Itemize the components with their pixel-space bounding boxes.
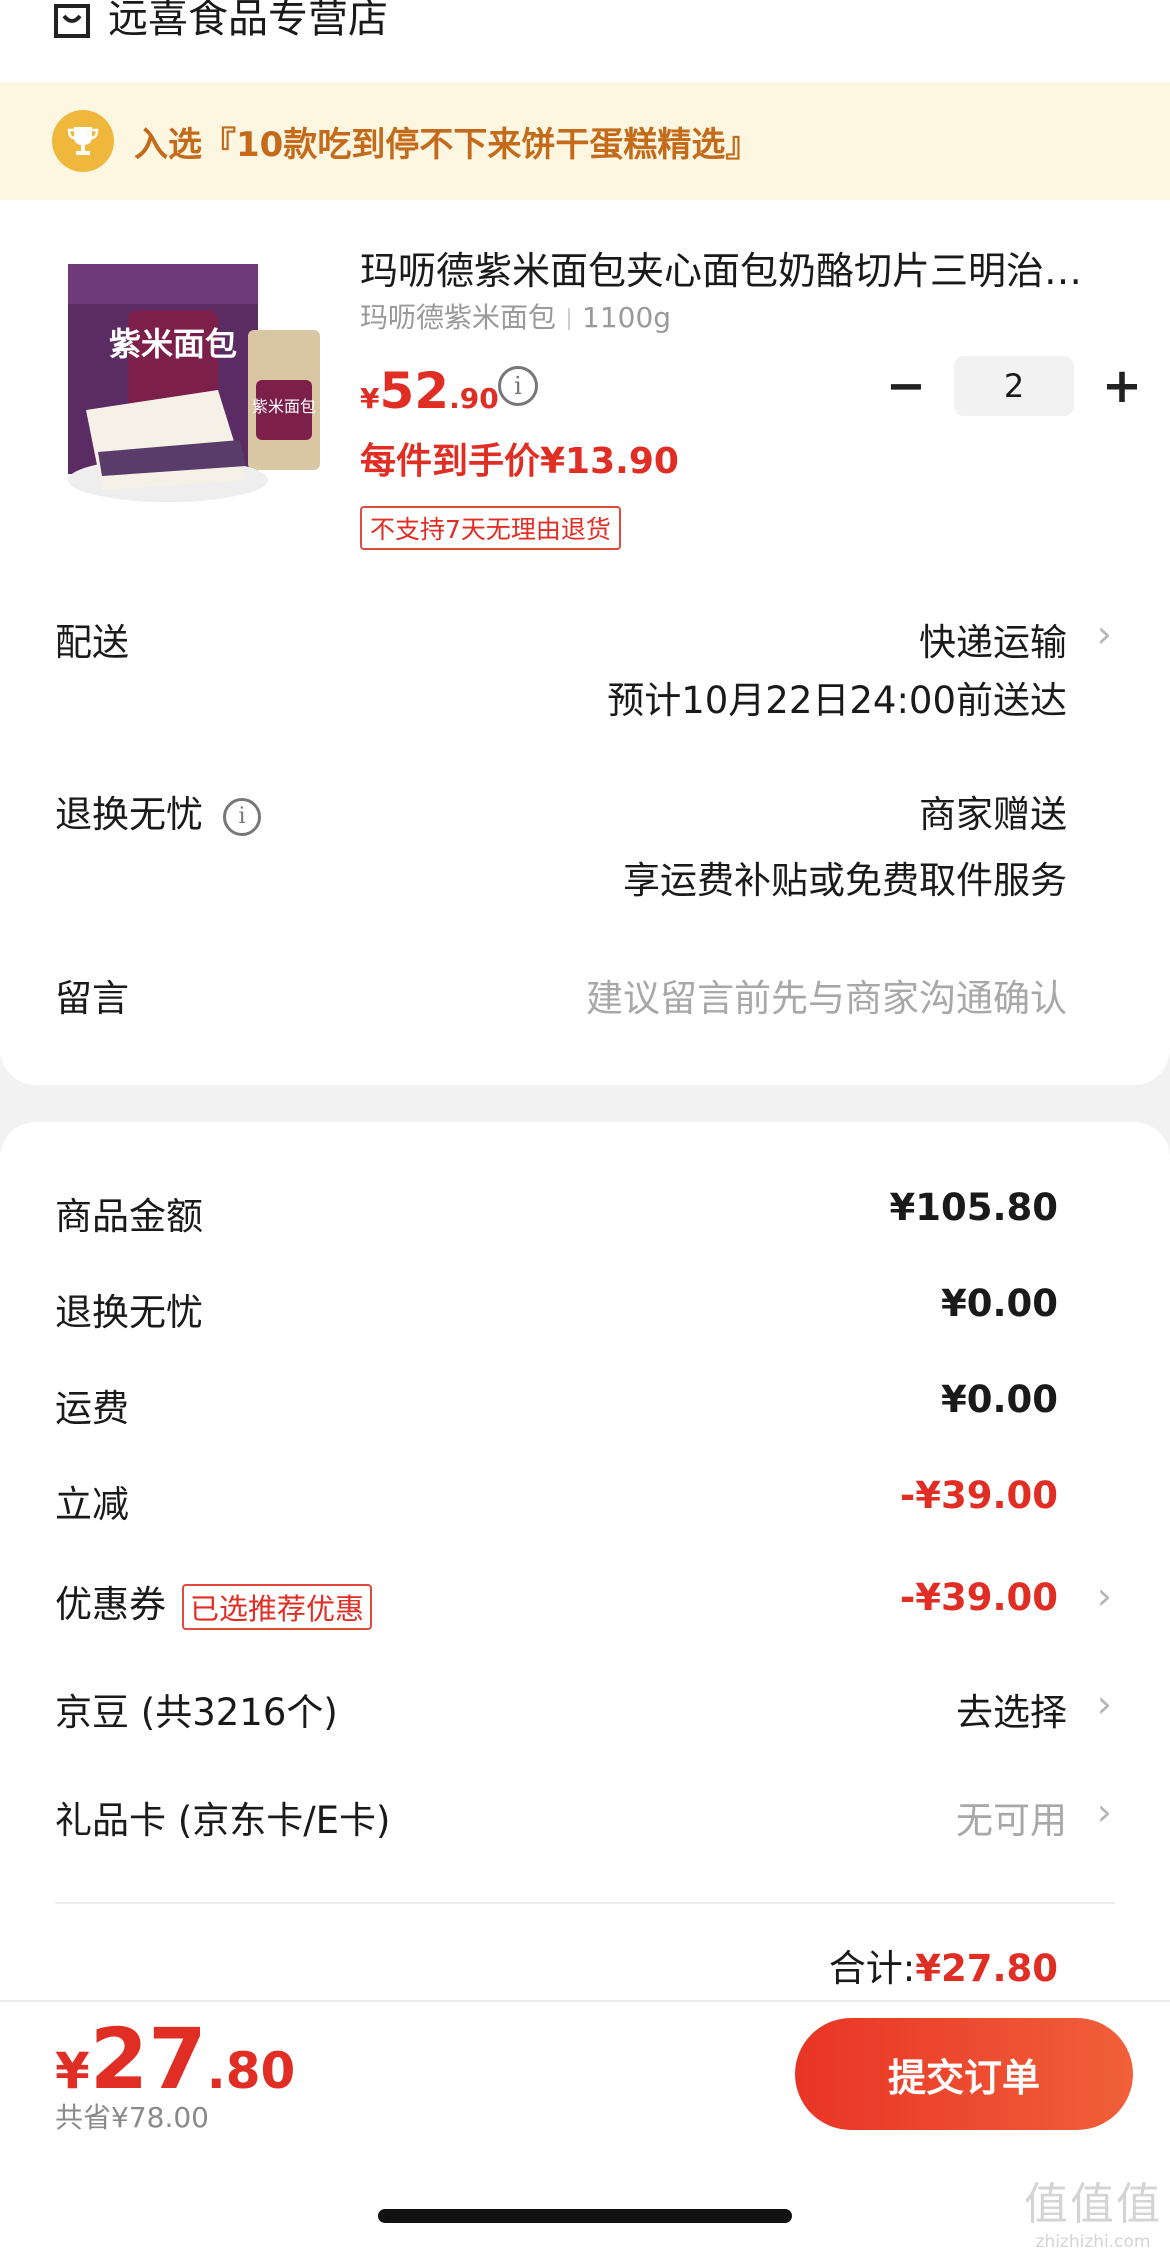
trophy-icon (52, 110, 114, 172)
submit-order-button[interactable]: 提交订单 (795, 2018, 1133, 2130)
giftcard-value[interactable]: 无可用 (956, 1790, 1067, 1844)
product-image-text2: 紫米面包 (252, 397, 316, 416)
saved-amount: 共省¥78.00 (55, 2101, 209, 2134)
total-label: 合计: (828, 1947, 916, 1990)
quantity-value[interactable]: 2 (954, 356, 1074, 416)
worry-free-row[interactable]: 退换无忧 i (55, 784, 261, 838)
pay-decimal: .80 (206, 2042, 296, 2100)
total-amount: ¥27.80 (915, 1947, 1058, 1990)
spec-name: 玛呖德紫米面包 (360, 301, 557, 334)
coupon-row[interactable]: 优惠券 已选推荐优惠 (55, 1574, 373, 1630)
store-header[interactable]: 远喜食品专营店 (52, 0, 388, 42)
worry-free-fee-label: 退换无忧 (55, 1291, 203, 1334)
plus-icon[interactable]: + (1094, 358, 1150, 414)
worry-free-label: 退换无忧 (55, 793, 203, 836)
product-price: ¥ 52 .90 (360, 362, 499, 420)
order-item-card: 远喜食品专营店 入选『10款吃到停不下来饼干蛋糕精选』 紫米面包 紫米面包 玛呖… (0, 0, 1170, 1085)
goods-amount: ¥105.80 (889, 1186, 1058, 1229)
price-info-icon[interactable]: i (498, 366, 538, 406)
giftcard-label: 礼品卡 (京东卡/E卡) (55, 1799, 391, 1842)
info-icon[interactable]: i (223, 797, 261, 836)
shipping-amount: ¥0.00 (940, 1378, 1058, 1421)
pay-integer: 27 (89, 2010, 207, 2108)
message-input[interactable]: 建议留言前先与商家沟通确认 (586, 968, 1067, 1022)
banner-text: 入选『10款吃到停不下来饼干蛋糕精选』 (134, 124, 760, 165)
minus-icon[interactable]: − (878, 358, 934, 414)
spec-weight: 1100g (582, 301, 672, 334)
delivery-chevron-icon[interactable]: › (1097, 612, 1112, 656)
beans-action[interactable]: 去选择 (956, 1682, 1067, 1736)
delivery-label: 配送 (55, 621, 129, 664)
pay-total: ¥ 27 .80 (55, 2010, 295, 2108)
store-name: 远喜食品专营店 (108, 0, 388, 42)
product-image[interactable]: 紫米面包 紫米面包 (58, 240, 330, 512)
worry-free-detail: 享运费补贴或免费取件服务 (623, 859, 1067, 902)
worry-free-value: 商家赠送 (919, 793, 1067, 836)
price-summary-card (0, 1122, 1170, 2000)
price-integer: 52 (379, 362, 450, 420)
product-spec[interactable]: 玛呖德紫米面包 1100g (360, 296, 671, 336)
price-symbol: ¥ (360, 382, 380, 415)
delivery-eta: 预计10月22日24:00前送达 (607, 679, 1067, 722)
quantity-stepper[interactable]: − 2 + (878, 356, 1150, 416)
worry-free-fee: ¥0.00 (940, 1282, 1058, 1325)
coupon-label: 优惠券 (55, 1583, 166, 1626)
selection-banner[interactable]: 入选『10款吃到停不下来饼干蛋糕精选』 (0, 82, 1170, 200)
return-policy-tag: 不支持7天无理由退货 (360, 506, 621, 550)
delivery-method[interactable]: 快递运输 (919, 612, 1067, 666)
giftcard-chevron-icon[interactable]: › (1097, 1790, 1112, 1834)
watermark-logo: 值值值 (1024, 2179, 1162, 2230)
store-icon (54, 4, 90, 38)
product-title[interactable]: 玛呖德紫米面包夹心面包奶酪切片三明治… (360, 240, 1120, 295)
discount-label: 立减 (55, 1483, 129, 1526)
price-decimal: .90 (449, 382, 499, 415)
coupon-amount[interactable]: -¥39.00 (900, 1576, 1058, 1619)
coupon-chevron-icon[interactable]: › (1097, 1574, 1112, 1618)
watermark-url: zhizhizhi.com (1035, 2232, 1151, 2250)
product-image-text: 紫米面包 (109, 325, 237, 363)
pay-symbol: ¥ (55, 2042, 90, 2100)
shipping-label: 运费 (55, 1387, 129, 1430)
beans-chevron-icon[interactable]: › (1097, 1682, 1112, 1726)
watermark: 值值值 zhizhizhi.com (1018, 2168, 1168, 2250)
goods-amount-label: 商品金额 (55, 1195, 203, 1238)
summary-divider (55, 1902, 1115, 1904)
unit-price: 每件到手价¥13.90 (360, 441, 679, 482)
home-indicator[interactable] (378, 2209, 792, 2223)
discount-amount: -¥39.00 (899, 1474, 1058, 1517)
message-label: 留言 (55, 977, 129, 1020)
beans-label: 京豆 (共3216个) (55, 1691, 338, 1734)
coupon-tag: 已选推荐优惠 (182, 1583, 373, 1630)
subtotal: 合计:¥27.80 (829, 1938, 1058, 1992)
